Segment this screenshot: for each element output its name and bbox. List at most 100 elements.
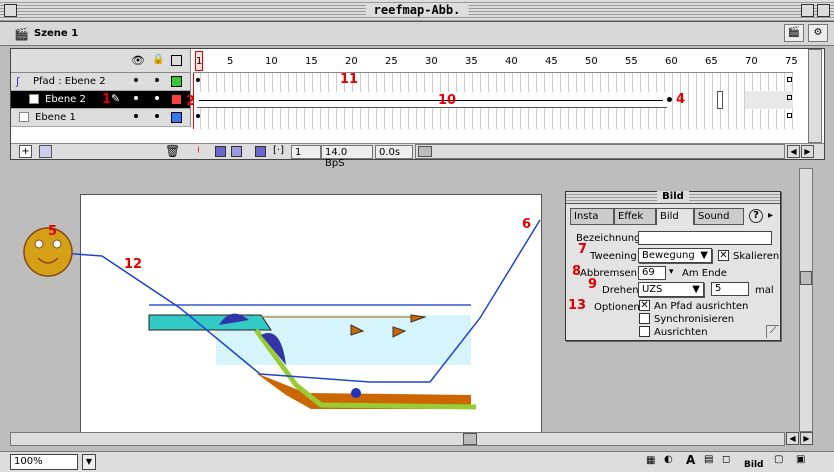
ruler-tick: 1 (196, 56, 203, 67)
center-frame-icon[interactable]: ⍿ (197, 145, 200, 156)
tweening-select[interactable]: Bewegung ▼ (638, 248, 712, 263)
annotation-13: 13 (568, 298, 587, 313)
scroll-right-button[interactable]: ▶ (800, 432, 813, 445)
visibility-dot[interactable] (134, 78, 138, 82)
layer-color-swatch[interactable] (171, 76, 182, 87)
ausrichten-checkbox[interactable] (639, 326, 650, 337)
tab-effects[interactable]: Effek (614, 208, 656, 225)
ruler-tick: 60 (665, 56, 678, 67)
scroll-right-button[interactable]: ▶ (801, 145, 814, 158)
drehen-count-input[interactable]: 5 (711, 282, 749, 296)
instance-icon[interactable]: ▢ (774, 454, 783, 465)
zoom-dropdown-button[interactable]: ▼ (82, 454, 96, 470)
frame-grid[interactable] (193, 73, 793, 129)
align-icon[interactable]: ▤ (704, 454, 713, 465)
tab-instance[interactable]: Insta (570, 208, 614, 225)
end-frame-marker (787, 113, 792, 118)
onion-skin-icon[interactable] (215, 146, 226, 157)
visibility-dot[interactable] (134, 96, 138, 100)
keyframe-dot[interactable] (667, 97, 672, 102)
current-frame-field: 1 (291, 145, 321, 159)
window-title: reefmap-Abb. (365, 3, 469, 17)
layer-color-swatch[interactable] (171, 94, 182, 105)
visibility-dot[interactable] (134, 114, 138, 118)
an-pfad-ausrichten-checkbox[interactable]: ✕ (639, 300, 650, 311)
lock-dot[interactable] (155, 114, 159, 118)
keyframe-dot[interactable] (196, 114, 200, 118)
layer-name: Pfad : Ebene 2 (33, 76, 106, 87)
ruler-tick: 30 (425, 56, 438, 67)
ruler-tick: 10 (265, 56, 278, 67)
smiley-eye (52, 239, 62, 249)
launcher-icon[interactable]: ▦ (646, 455, 655, 466)
panel-title-bar[interactable]: Bild (566, 191, 780, 204)
tab-sound[interactable]: Sound (694, 208, 744, 225)
scene-icon: 🎬 (14, 27, 29, 41)
annotation-5: 5 (48, 224, 58, 239)
edit-scene-button[interactable]: 🎬 (784, 24, 804, 42)
stage-horizontal-scrollbar[interactable] (10, 432, 785, 446)
annotation-2: 2 (186, 94, 196, 109)
scroll-thumb[interactable] (800, 271, 812, 285)
label-an-pfad-ausrichten: An Pfad ausrichten (654, 301, 749, 312)
onion-markers-icon[interactable]: [·] (273, 145, 284, 156)
edit-multiple-icon[interactable] (255, 146, 266, 157)
resize-grip-icon[interactable]: ⟋ (766, 325, 779, 338)
synchronisieren-checkbox[interactable] (639, 313, 650, 324)
frame-ruler[interactable]: 1 5 10 15 20 25 30 35 40 45 50 55 60 65 … (193, 49, 798, 73)
docked-panel-label[interactable]: Bild (744, 460, 763, 470)
layer-header: 👁 🔒 (11, 49, 191, 73)
layer-row-ebene1[interactable]: Ebene 1 (11, 109, 191, 127)
timeline-vertical-scrollbar[interactable] (808, 49, 822, 143)
collapse-box[interactable] (817, 4, 830, 17)
lock-icon[interactable]: 🔒 (152, 54, 164, 65)
layer-row-ebene2[interactable]: Ebene 2 ✎ (11, 91, 191, 109)
close-box[interactable] (4, 4, 17, 17)
text-tool-icon[interactable]: A (686, 453, 695, 467)
info-icon[interactable]: ◻ (722, 454, 730, 465)
drehen-select[interactable]: UZS ▼ (638, 282, 704, 297)
guide-layer-icon: ʃ (16, 75, 20, 88)
keyframe-dot[interactable] (196, 78, 200, 82)
frame-icon[interactable]: ▣ (796, 454, 805, 465)
panel-menu-arrow-icon[interactable]: ▸ (768, 210, 773, 221)
add-layer-button[interactable]: + (19, 145, 32, 158)
eye-icon[interactable]: 👁 (131, 54, 145, 67)
window-title-bar[interactable]: reefmap-Abb. (0, 0, 834, 22)
onion-outline-icon[interactable] (231, 146, 242, 157)
zoom-box[interactable] (801, 4, 814, 17)
scroll-thumb[interactable] (418, 146, 432, 157)
label-skalieren: Skalieren (733, 251, 780, 262)
scroll-thumb[interactable] (463, 433, 477, 445)
status-bar: 100% ▼ ▦ ◐ A ▤ ◻ Bild ▢ ▣ (0, 451, 834, 472)
annotation-9: 9 (588, 277, 598, 292)
frame-rate-field[interactable]: 14.0 BpS (321, 145, 373, 169)
abbremsen-slider-arrow[interactable]: ▾ (669, 267, 674, 277)
bezeichnung-input[interactable] (638, 231, 772, 245)
motion-path (47, 219, 541, 383)
lock-dot[interactable] (155, 96, 159, 100)
outline-icon[interactable] (171, 55, 182, 66)
tab-frame[interactable]: Bild (656, 208, 694, 225)
scroll-left-button[interactable]: ◀ (786, 432, 799, 445)
ruler-tick: 35 (465, 56, 478, 67)
layer-row-guide[interactable]: ʃ Pfad : Ebene 2 (11, 73, 191, 91)
help-icon[interactable]: ? (749, 209, 763, 223)
skalieren-checkbox[interactable]: ✕ (718, 250, 729, 261)
trash-icon[interactable]: 🗑 (165, 144, 180, 158)
layer-color-swatch[interactable] (171, 112, 182, 123)
layer-icon (29, 94, 39, 104)
timeline-controls: + 🗑 ⍿ [·] 1 14.0 BpS 0.0s ◀ ▶ (11, 143, 824, 169)
label-synchronisieren: Synchronisieren (654, 314, 735, 325)
label-am-ende: Am Ende (682, 268, 727, 279)
abbremsen-input[interactable]: 69 (638, 266, 666, 280)
scene-bar: 🎬 Szene 1 🎬 ⚙ (0, 22, 834, 46)
stage-vertical-scrollbar[interactable] (799, 168, 813, 432)
lock-dot[interactable] (155, 78, 159, 82)
add-guide-layer-button[interactable] (39, 145, 52, 158)
palette-icon[interactable]: ◐ (664, 454, 673, 465)
zoom-field[interactable]: 100% (10, 454, 78, 470)
timeline-horizontal-scrollbar[interactable] (415, 144, 785, 159)
scroll-left-button[interactable]: ◀ (787, 145, 800, 158)
edit-symbol-button[interactable]: ⚙ (808, 24, 828, 42)
